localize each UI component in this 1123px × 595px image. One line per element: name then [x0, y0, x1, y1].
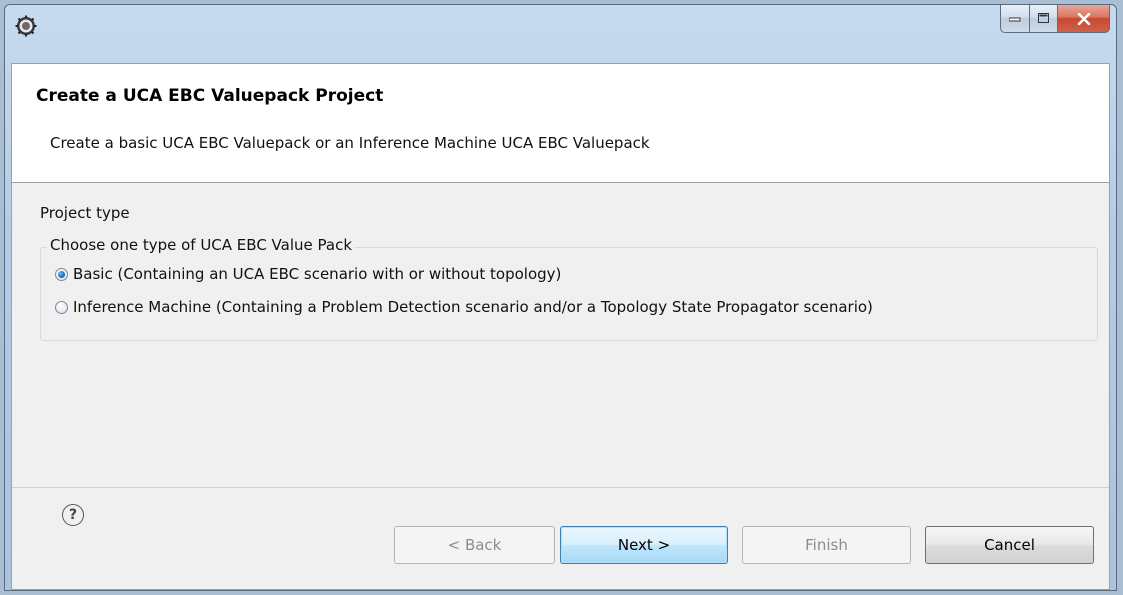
- wizard-description: Create a basic UCA EBC Valuepack or an I…: [50, 134, 650, 152]
- eclipse-app-icon: [15, 15, 37, 37]
- wizard-dialog: Create a UCA EBC Valuepack Project Creat…: [11, 63, 1110, 590]
- minimize-button[interactable]: [1000, 5, 1030, 33]
- wizard-window: Create a UCA EBC Valuepack Project Creat…: [4, 4, 1117, 591]
- radio-option-inference-machine[interactable]: Inference Machine (Containing a Problem …: [55, 298, 873, 316]
- back-button[interactable]: < Back: [394, 526, 555, 564]
- cancel-button[interactable]: Cancel: [925, 526, 1094, 564]
- help-icon[interactable]: ?: [62, 504, 84, 526]
- maximize-button[interactable]: [1030, 5, 1058, 33]
- radio-button-inference-machine[interactable]: [55, 300, 68, 314]
- radio-label-inference-machine: Inference Machine (Containing a Problem …: [73, 298, 873, 316]
- footer-divider: [12, 487, 1109, 488]
- maximize-icon: [1037, 13, 1049, 23]
- window-controls: [1000, 5, 1110, 33]
- wizard-banner: Create a UCA EBC Valuepack Project Creat…: [12, 64, 1109, 183]
- next-button[interactable]: Next >: [560, 526, 728, 564]
- close-button[interactable]: [1058, 5, 1110, 33]
- close-icon: [1077, 12, 1090, 25]
- finish-button[interactable]: Finish: [742, 526, 911, 564]
- minimize-icon: [1009, 17, 1021, 21]
- radio-button-basic[interactable]: [55, 267, 68, 281]
- radio-label-basic: Basic (Containing an UCA EBC scenario wi…: [73, 265, 562, 283]
- title-bar[interactable]: [5, 5, 1116, 61]
- project-type-group-legend: Choose one type of UCA EBC Value Pack: [47, 236, 356, 254]
- wizard-title: Create a UCA EBC Valuepack Project: [36, 86, 384, 106]
- project-type-group: Choose one type of UCA EBC Value Pack Ba…: [40, 236, 1098, 341]
- project-type-label: Project type: [40, 204, 130, 222]
- radio-option-basic[interactable]: Basic (Containing an UCA EBC scenario wi…: [55, 265, 561, 283]
